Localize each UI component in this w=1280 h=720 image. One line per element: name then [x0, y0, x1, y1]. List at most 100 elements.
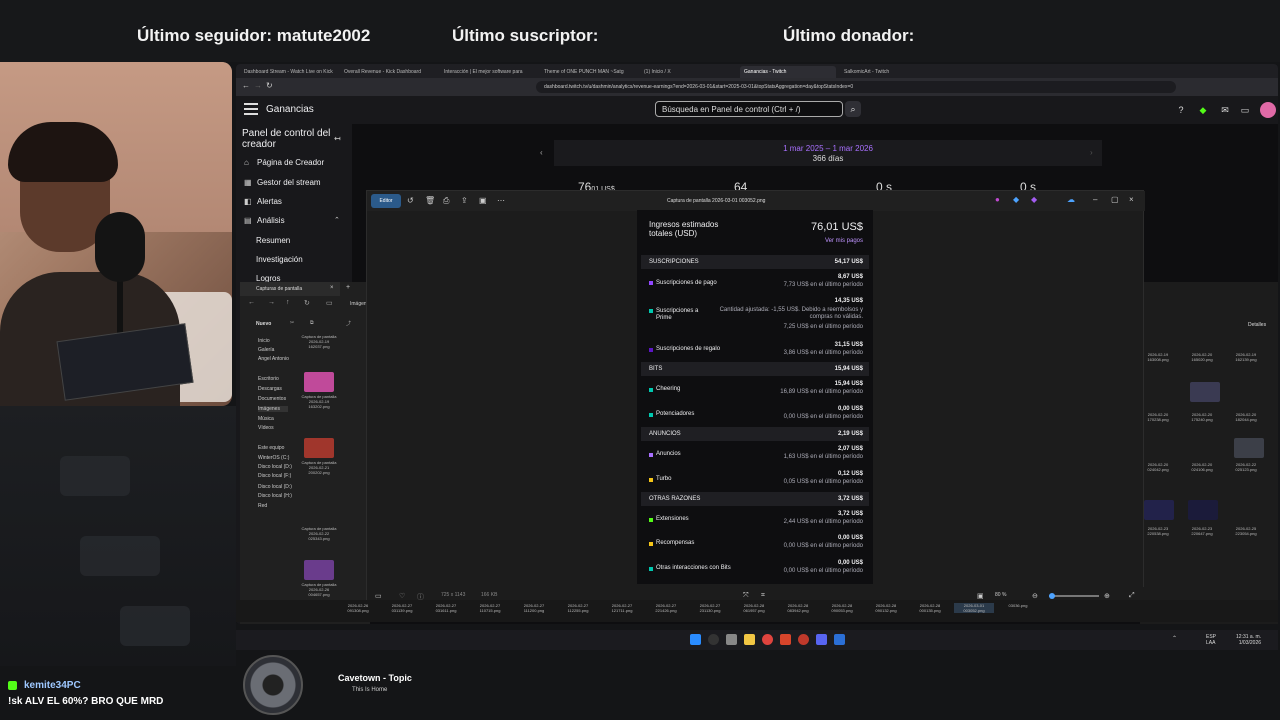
share-icon[interactable]: ⤴ — [346, 320, 351, 327]
menu-icon[interactable] — [244, 103, 258, 115]
zoom-slider-handle[interactable] — [1049, 593, 1055, 599]
back-icon[interactable]: ← — [242, 81, 250, 90]
nav-item[interactable]: Este equipo — [258, 445, 284, 451]
zoom-in-icon[interactable]: ⊕ — [1104, 592, 1110, 600]
nav-item[interactable]: Escritorio — [258, 376, 279, 382]
browser-tab-active[interactable]: Ganancias - Twitch — [740, 66, 836, 78]
search-input[interactable]: Búsqueda en Panel de control (Ctrl + /) — [655, 101, 843, 117]
file-thumbnail[interactable] — [1190, 382, 1220, 402]
refresh-icon[interactable]: ↻ — [304, 299, 310, 307]
details-button[interactable]: Detalles — [1248, 322, 1266, 328]
minimize-icon[interactable]: – — [1093, 195, 1097, 204]
rotate-icon[interactable]: ↺ — [407, 196, 414, 205]
windows-start-icon[interactable] — [690, 634, 701, 645]
nav-item[interactable]: Música — [258, 416, 274, 422]
file-thumbnail[interactable] — [1144, 500, 1174, 520]
browser-tab[interactable]: Overall Revenue - Kick Dashboard — [340, 66, 436, 78]
avatar[interactable] — [1260, 102, 1276, 118]
file-caption[interactable]: 2026-02-28 083942.png — [778, 603, 818, 613]
discord-icon[interactable] — [816, 634, 827, 645]
browser-tab[interactable]: Dashboard Stream - Watch Live on Kick — [240, 66, 340, 78]
zoom-slider[interactable] — [1049, 595, 1099, 597]
app-icon[interactable] — [798, 634, 809, 645]
collapse-icon[interactable]: ↤ — [334, 134, 341, 143]
favorite-icon[interactable]: ♡ — [399, 592, 405, 600]
view-payments-link[interactable]: Ver mis pagos — [825, 238, 863, 244]
nav-item[interactable]: Disco local (H:) — [258, 493, 292, 499]
chevron-up-icon[interactable]: ⌃ — [334, 216, 340, 224]
folder-icon[interactable] — [744, 634, 755, 645]
copy-icon[interactable]: ⧉ — [310, 320, 314, 326]
file-caption[interactable]: 2026-02-27 121711.png — [602, 603, 642, 613]
photos-icon[interactable] — [834, 634, 845, 645]
browser-tab[interactable]: (1) Inicio / X — [640, 66, 736, 78]
nav-item[interactable]: Disco local (D:) — [258, 484, 292, 490]
forward-icon[interactable]: → — [254, 81, 262, 90]
file-thumbnail[interactable] — [304, 372, 334, 392]
clock[interactable]: 12:31 a. m. 1/03/2026 — [1236, 634, 1261, 646]
forward-icon[interactable]: → — [268, 299, 275, 306]
file-caption[interactable]: 2026-02-27 112255.png — [558, 603, 598, 613]
print-icon[interactable]: ⎙ — [443, 196, 449, 206]
explorer-tab[interactable]: Capturas de pantalla — [240, 282, 340, 296]
nav-item[interactable]: Vídeos — [258, 425, 274, 431]
file-thumbnail[interactable] — [304, 560, 334, 580]
file-caption[interactable]: 2026-02-27 231130.png — [690, 603, 730, 613]
sidebar-item-analytics[interactable]: ▤ Análisis — [244, 216, 285, 225]
notifications-icon[interactable]: ▭ — [1240, 105, 1250, 115]
nav-item-active[interactable]: Imágenes — [258, 406, 288, 412]
browser-tab[interactable]: Interacción | El mejor software para — [440, 66, 536, 78]
delete-icon[interactable]: 🗑 — [425, 196, 435, 205]
reload-icon[interactable]: ↻ — [266, 81, 273, 90]
file-thumbnail[interactable] — [304, 438, 334, 458]
help-icon[interactable]: ? — [1176, 105, 1186, 115]
url-field[interactable]: dashboard.twitch.tv/u/dashmin/analytics/… — [536, 81, 1176, 93]
file-caption[interactable]: 2026-02-26 091308.png — [338, 603, 378, 613]
add-tab-icon[interactable]: + — [346, 284, 350, 291]
maximize-icon[interactable]: ▢ — [1111, 195, 1119, 204]
sidebar-item-creator-page[interactable]: ⌂ Página de Creador — [244, 158, 324, 167]
app-icon[interactable]: ◆ — [1031, 195, 1037, 204]
filmstrip-icon[interactable]: ▭ — [375, 592, 382, 600]
zoom-level[interactable]: 80 % — [995, 592, 1006, 598]
share-icon[interactable]: ⇪ — [461, 196, 468, 205]
file-caption[interactable]: 2026-02-28 000135.png — [910, 603, 950, 613]
nav-item[interactable]: Disco local (F:) — [258, 473, 291, 479]
more-icon[interactable]: ⋯ — [497, 196, 505, 205]
view-icon[interactable]: ▭ — [326, 299, 333, 307]
chrome-icon[interactable] — [762, 634, 773, 645]
file-caption[interactable]: 2026-02-27 221426.png — [646, 603, 686, 613]
cut-icon[interactable]: ✂ — [290, 320, 294, 326]
new-button[interactable]: Nuevo — [256, 321, 271, 327]
nav-item[interactable]: Descargas — [258, 386, 282, 392]
date-range[interactable]: 1 mar 2025 – 1 mar 2026 — [554, 144, 1102, 153]
app-icon[interactable]: ● — [995, 195, 1000, 204]
next-range-icon[interactable]: › — [1090, 148, 1093, 157]
task-view-icon[interactable] — [726, 634, 737, 645]
zoom-fit-icon[interactable]: ▣ — [977, 592, 984, 600]
file-caption[interactable]: 03036.png — [998, 603, 1038, 608]
file-caption[interactable]: 2026-02-28 090132.png — [866, 603, 906, 613]
file-caption-selected[interactable]: 2026-03-01 003052.png — [954, 603, 994, 613]
nav-item[interactable]: WinterOS (C:) — [258, 455, 289, 461]
nav-item[interactable]: Inicio — [258, 338, 270, 344]
breadcrumb[interactable]: Imágen — [350, 301, 367, 307]
tray-chevron-icon[interactable]: ⌃ — [1172, 635, 1177, 642]
nav-item[interactable]: Documentos — [258, 396, 286, 402]
file-caption[interactable]: 2026-02-28 061957.png — [734, 603, 774, 613]
search-icon[interactable] — [708, 634, 719, 645]
close-icon[interactable]: × — [1129, 195, 1134, 204]
file-caption[interactable]: 2026-02-27 031611.png — [426, 603, 466, 613]
nav-item[interactable]: Red — [258, 503, 267, 509]
close-icon[interactable]: × — [330, 285, 334, 291]
file-caption[interactable]: 2026-02-28 090053.png — [822, 603, 862, 613]
sidebar-item-alerts[interactable]: ◧ Alertas — [244, 197, 282, 206]
zoom-out-icon[interactable]: ⊖ — [1032, 592, 1038, 600]
nav-item[interactable]: Galería — [258, 347, 274, 353]
browser-tab[interactable]: SalkomicArt - Twitch — [840, 66, 936, 78]
file-caption[interactable]: 2026-02-27 031139.png — [382, 603, 422, 613]
file-thumbnail[interactable] — [1234, 438, 1264, 458]
brave-icon[interactable] — [780, 634, 791, 645]
info-icon[interactable]: ▣ — [479, 196, 487, 205]
nav-item[interactable]: Angel Antonio — [258, 356, 289, 362]
